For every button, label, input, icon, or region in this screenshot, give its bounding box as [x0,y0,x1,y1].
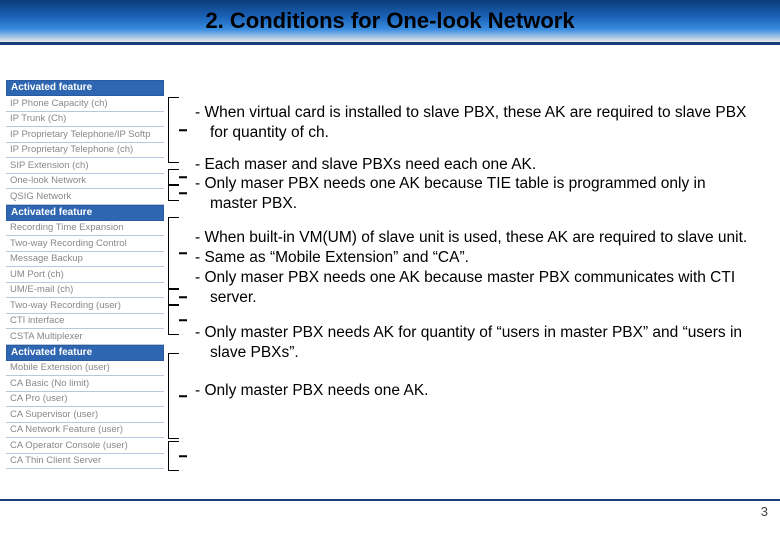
feature-row: CA Supervisor (user) [6,407,164,423]
feature-row: CA Basic (No limit) [6,376,164,392]
feature-row: UM/E-mail (ch) [6,283,164,299]
note-group-3: - When built-in VM(UM) of slave unit is … [195,228,750,307]
feature-row: Two-way Recording (user) [6,298,164,314]
page-number: 3 [761,504,768,519]
bracket-3c [168,305,179,335]
notes-panel: - When virtual card is installed to slav… [195,103,750,413]
feature-row: CA Network Feature (user) [6,423,164,439]
feature-row: CTI interface [6,314,164,330]
feature-row: CA Operator Console (user) [6,438,164,454]
note-group-4: - Only master PBX needs AK for quantity … [195,323,750,363]
feature-row: CSTA Multiplexer [6,329,164,345]
note-line: - Each maser and slave PBXs need each on… [195,155,750,175]
note-line: - Only master PBX needs one AK. [195,381,750,401]
section-head-2: Activated feature [6,205,164,221]
feature-row: Recording Time Expansion [6,221,164,237]
section-head-1: Activated feature [6,80,164,96]
bracket-5 [168,441,179,471]
feature-row: IP Proprietary Telephone/IP Softp [6,127,164,143]
note-line: - Only master PBX needs AK for quantity … [195,323,750,363]
feature-row: Mobile Extension (user) [6,361,164,377]
note-group-1: - When virtual card is installed to slav… [195,103,750,143]
note-group-5: - Only master PBX needs one AK. [195,381,750,401]
feature-row: QSIG Network [6,189,164,205]
section-head-3: Activated feature [6,345,164,361]
bracket-3a [168,217,179,289]
note-line: - Only maser PBX needs one AK because TI… [195,174,750,214]
feature-row: One-look Network [6,174,164,190]
feature-row: SIP Extension (ch) [6,158,164,174]
note-line: - Same as “Mobile Extension” and “CA”. [195,248,750,268]
bracket-4 [168,353,179,439]
bracket-3b [168,289,179,305]
bracket-2a [168,169,179,185]
feature-row: IP Proprietary Telephone (ch) [6,143,164,159]
feature-table: Activated feature IP Phone Capacity (ch)… [6,80,164,469]
slide-header: 2. Conditions for One-look Network [0,0,780,42]
slide-title: 2. Conditions for One-look Network [0,8,780,34]
note-group-2: - Each maser and slave PBXs need each on… [195,155,750,214]
feature-row: CA Pro (user) [6,392,164,408]
feature-row: UM Port (ch) [6,267,164,283]
feature-row: IP Trunk (Ch) [6,112,164,128]
feature-row: IP Phone Capacity (ch) [6,96,164,112]
slide-body: Activated feature IP Phone Capacity (ch)… [0,45,780,523]
note-line: - When built-in VM(UM) of slave unit is … [195,228,750,248]
bracket-1 [168,97,179,163]
feature-row: Message Backup [6,252,164,268]
bottom-rule [0,499,780,501]
bracket-2b [168,185,179,201]
feature-row: CA Thin Client Server [6,454,164,470]
note-line: - Only maser PBX needs one AK because ma… [195,268,750,308]
feature-row: Two-way Recording Control [6,236,164,252]
note-line: - When virtual card is installed to slav… [195,103,750,143]
